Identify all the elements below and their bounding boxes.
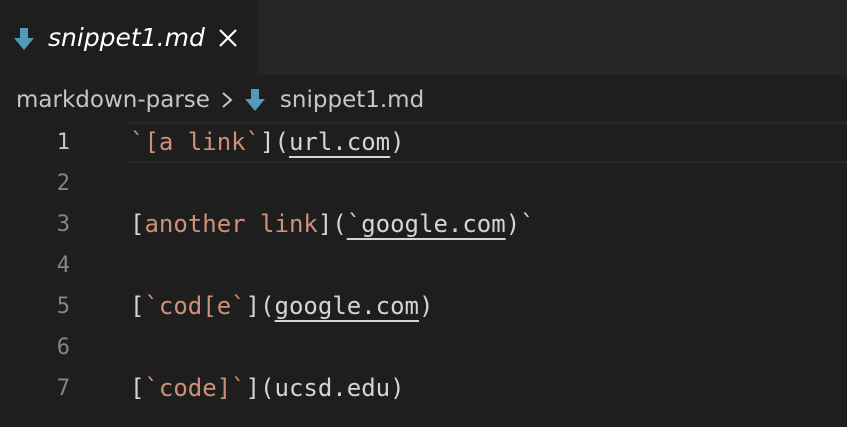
chevron-right-icon	[220, 90, 234, 110]
breadcrumb: markdown-parse snippet1.md	[16, 83, 424, 117]
code-line[interactable]: 3 [another link](`google.com)`	[0, 204, 847, 245]
token-punc: )`	[505, 210, 535, 238]
line-number: 5	[56, 294, 70, 319]
line-number: 1	[56, 130, 70, 155]
code-content: `[a link`](url.com)	[130, 122, 405, 163]
token-url[interactable]: google.com	[275, 292, 420, 320]
code-content: [`code]`](ucsd.edu)	[130, 368, 405, 409]
token-text: `code]`	[144, 374, 246, 402]
line-number: 2	[56, 171, 70, 196]
breadcrumb-folder[interactable]: markdown-parse	[16, 87, 210, 113]
code-line[interactable]: 4	[0, 245, 847, 286]
token-punc: ](	[245, 292, 275, 320]
line-number: 4	[56, 253, 70, 278]
line-number: 3	[56, 212, 70, 237]
token-text: `[a link`	[130, 128, 261, 156]
code-line[interactable]: 1 `[a link`](url.com)	[0, 122, 847, 163]
code-line[interactable]: 2	[0, 163, 847, 204]
tab-label: snippet1.md	[48, 23, 205, 52]
token-url[interactable]: url.com	[289, 128, 390, 156]
token-punc: )	[390, 128, 405, 156]
close-icon[interactable]	[212, 20, 244, 56]
tab-snippet1[interactable]: snippet1.md	[0, 0, 257, 75]
token-punc: )	[419, 292, 434, 320]
markdown-file-icon	[244, 88, 266, 112]
code-line[interactable]: 5 [`cod[e`](google.com)	[0, 286, 847, 327]
token-text: `cod[e`	[144, 292, 246, 320]
line-number: 7	[56, 376, 70, 401]
code-line[interactable]: 6	[0, 327, 847, 368]
code-editor[interactable]: 1 `[a link`](url.com) 2 3 [another link](`go…	[0, 122, 847, 409]
token-punc: ](ucsd.edu)	[245, 374, 405, 402]
token-punc: ](	[260, 128, 289, 156]
token-text: another link	[144, 210, 318, 238]
code-content: [`cod[e`](google.com)	[130, 286, 433, 327]
markdown-file-icon	[12, 26, 36, 52]
token-punc: [	[130, 292, 145, 320]
token-punc: [	[130, 374, 145, 402]
line-number: 6	[56, 335, 70, 360]
code-line[interactable]: 7 [`code]`](ucsd.edu)	[0, 368, 847, 409]
token-punc: [	[130, 210, 145, 238]
tab-bar: snippet1.md	[0, 0, 847, 75]
token-url[interactable]: `google.com	[347, 210, 506, 238]
editor-window: snippet1.md markdown-parse snippet1.md 1…	[0, 0, 847, 427]
code-content: [another link](`google.com)`	[130, 204, 535, 245]
token-punc: ](	[317, 210, 347, 238]
breadcrumb-file[interactable]: snippet1.md	[280, 87, 424, 113]
